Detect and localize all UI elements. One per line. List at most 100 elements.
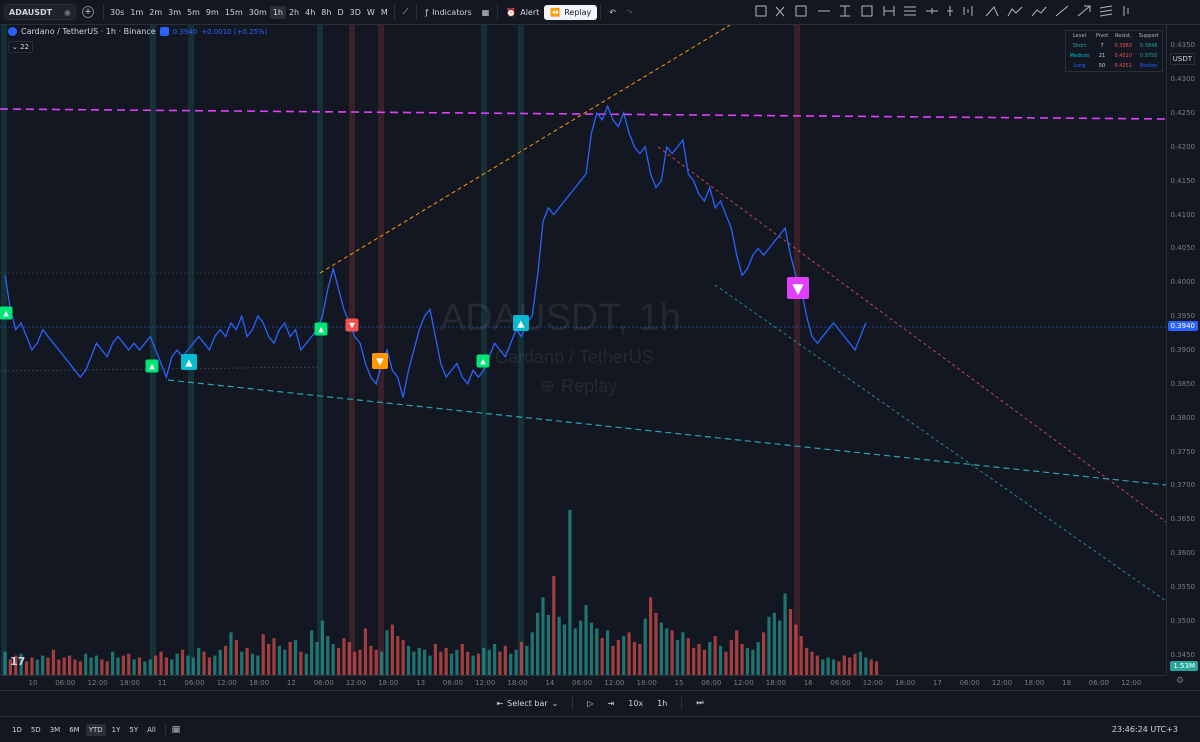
timeframe-4h[interactable]: 4h (302, 6, 318, 19)
polyline-tool-icon[interactable] (1007, 6, 1023, 17)
volume-bar (632, 642, 637, 675)
volume-bar (100, 659, 104, 675)
pivot-header-cell: Resist. (1115, 33, 1132, 39)
indicator-count: 22 (20, 43, 30, 51)
volume-bar (616, 640, 620, 675)
timeframe-2m[interactable]: 2m (146, 6, 165, 19)
timeframe-M[interactable]: M (378, 6, 391, 19)
select-bar-label: Select bar (507, 698, 548, 708)
price-tick-label: 0.3550 (1170, 582, 1196, 591)
timeframe-1m[interactable]: 1m (127, 6, 146, 19)
select-bar-button[interactable]: ⇤ Select bar ⌄ (496, 699, 558, 708)
timeframe-3D[interactable]: 3D (347, 6, 364, 19)
time-axis[interactable]: 10 06:00 12:00 18:00 11 06:00 12:00 18:00 12 06:0… (0, 675, 1166, 690)
timeframe-8h[interactable]: 8h (318, 6, 334, 19)
time-tick-label: 12:00 (87, 679, 108, 687)
signal-bands (1, 25, 800, 675)
timeframe-5m[interactable]: 5m (184, 6, 203, 19)
calendar-icon[interactable]: 🗓 (172, 726, 181, 734)
speed-button[interactable]: 10x (628, 699, 643, 708)
volume-bar (654, 612, 658, 675)
volume-bar (380, 651, 384, 675)
arrow-tool-icon[interactable] (1077, 5, 1091, 17)
vertical-range-icon[interactable] (840, 5, 850, 17)
triangle-tool-icon[interactable] (985, 6, 999, 17)
range-5Y[interactable]: 5Y (126, 724, 141, 736)
pitchfork-tool-icon[interactable] (775, 6, 785, 17)
jump-to-realtime-icon[interactable]: ⏭ (696, 698, 703, 708)
range-YTD[interactable]: YTD (85, 723, 106, 736)
compare-add-icon[interactable]: + (82, 6, 94, 18)
indicators-collapse-button[interactable]: ⌄ 22 (8, 41, 34, 53)
hline-ray-icon[interactable] (926, 8, 938, 14)
play-icon[interactable]: ▷ (587, 699, 593, 708)
range-All[interactable]: All (144, 724, 159, 736)
layouts-button[interactable]: ▦ (477, 6, 495, 19)
box-tool-icon[interactable] (861, 5, 873, 17)
pivot-levels-table: Level Pivot Resist. Support Short 7 0.3963 0.3… (1065, 30, 1163, 72)
volume-bar (810, 651, 814, 675)
timeframe-15m[interactable]: 15m (222, 6, 246, 19)
volume-bar (390, 624, 394, 675)
volume-bar (546, 614, 550, 675)
settings-icon[interactable]: ⚙ (1176, 676, 1184, 686)
price-axis[interactable]: USDT 0.4350 0.4300 0.4250 0.4200 0.4150 0.410… (1166, 25, 1200, 675)
timeframe-3m[interactable]: 3m (165, 6, 184, 19)
volume-bar (471, 655, 475, 675)
range-1Y[interactable]: 1Y (109, 724, 124, 736)
volume-bar (358, 649, 362, 675)
alarm-icon: ⏰ (506, 7, 517, 17)
volume-bar (148, 659, 152, 675)
timeframe-30m[interactable]: 30m (246, 6, 270, 19)
time-tick-label: 13 (416, 679, 426, 687)
range-5D[interactable]: 5D (28, 724, 44, 736)
volume-bar (159, 651, 163, 675)
range-3M[interactable]: 3M (47, 724, 64, 736)
time-tick-label: 15 (674, 679, 684, 687)
tradingview-logo[interactable]: 17 (10, 655, 25, 668)
timeframe-2h[interactable]: 2h (286, 6, 302, 19)
alert-button[interactable]: ⏰ Alert (501, 6, 544, 19)
redo-button[interactable]: ↷ (621, 6, 638, 19)
range-1D[interactable]: 1D (9, 724, 25, 736)
fib-levels-icon[interactable] (904, 6, 916, 16)
volume-bar (336, 647, 341, 675)
replay-button[interactable]: ⏪ Replay (544, 4, 598, 20)
timeframe-1h[interactable]: 1h (269, 5, 286, 19)
volume-bar (154, 655, 158, 675)
volume-bar (853, 653, 857, 675)
divider (416, 4, 418, 20)
currency-button[interactable]: USDT (1169, 53, 1195, 65)
step-forward-icon[interactable]: ⇥ (608, 699, 615, 708)
timeframe-W[interactable]: W (364, 6, 378, 19)
path-tool-icon[interactable] (1031, 6, 1047, 17)
vline-icon[interactable] (947, 6, 953, 16)
volume-bar (191, 657, 195, 675)
pivot-cell-pivot: 21 (1098, 53, 1106, 59)
time-tick-label: 06:00 (959, 679, 980, 687)
bars-pattern-icon[interactable] (963, 6, 973, 16)
ruler-tool-icon[interactable] (1123, 6, 1129, 16)
timeframe-9m[interactable]: 9m (203, 6, 222, 19)
legend-change: +0.0010 (+0.25%) (201, 27, 268, 36)
pivot-cell-support: 0.3848 (1139, 43, 1158, 49)
channel-tool-icon[interactable] (1099, 5, 1113, 17)
time-tick-label: 18:00 (1024, 679, 1045, 687)
range-6M[interactable]: 6M (66, 724, 83, 736)
timeframe-D[interactable]: D (334, 6, 346, 19)
trendline-tool-icon[interactable] (1055, 5, 1069, 17)
indicators-button[interactable]: ƒ Indicators (420, 6, 476, 19)
symbol-search[interactable]: ADAUSDT ◉ (4, 4, 76, 20)
chart-type-button[interactable]: ⟋ (398, 5, 414, 19)
interval-button[interactable]: 1h (657, 699, 667, 708)
timeframe-30s[interactable]: 30s (107, 6, 127, 19)
fib-tool-icon[interactable] (795, 5, 807, 17)
crosshair-tool-icon[interactable] (755, 5, 767, 17)
time-tick-label: 06:00 (830, 679, 851, 687)
volume-bar (121, 655, 125, 675)
volume-bar (293, 640, 298, 675)
undo-button[interactable]: ↶ (604, 6, 621, 19)
volume-bar (761, 632, 766, 675)
pivot-header-cell: Support (1138, 33, 1159, 39)
range-tool-icon[interactable] (883, 6, 895, 16)
